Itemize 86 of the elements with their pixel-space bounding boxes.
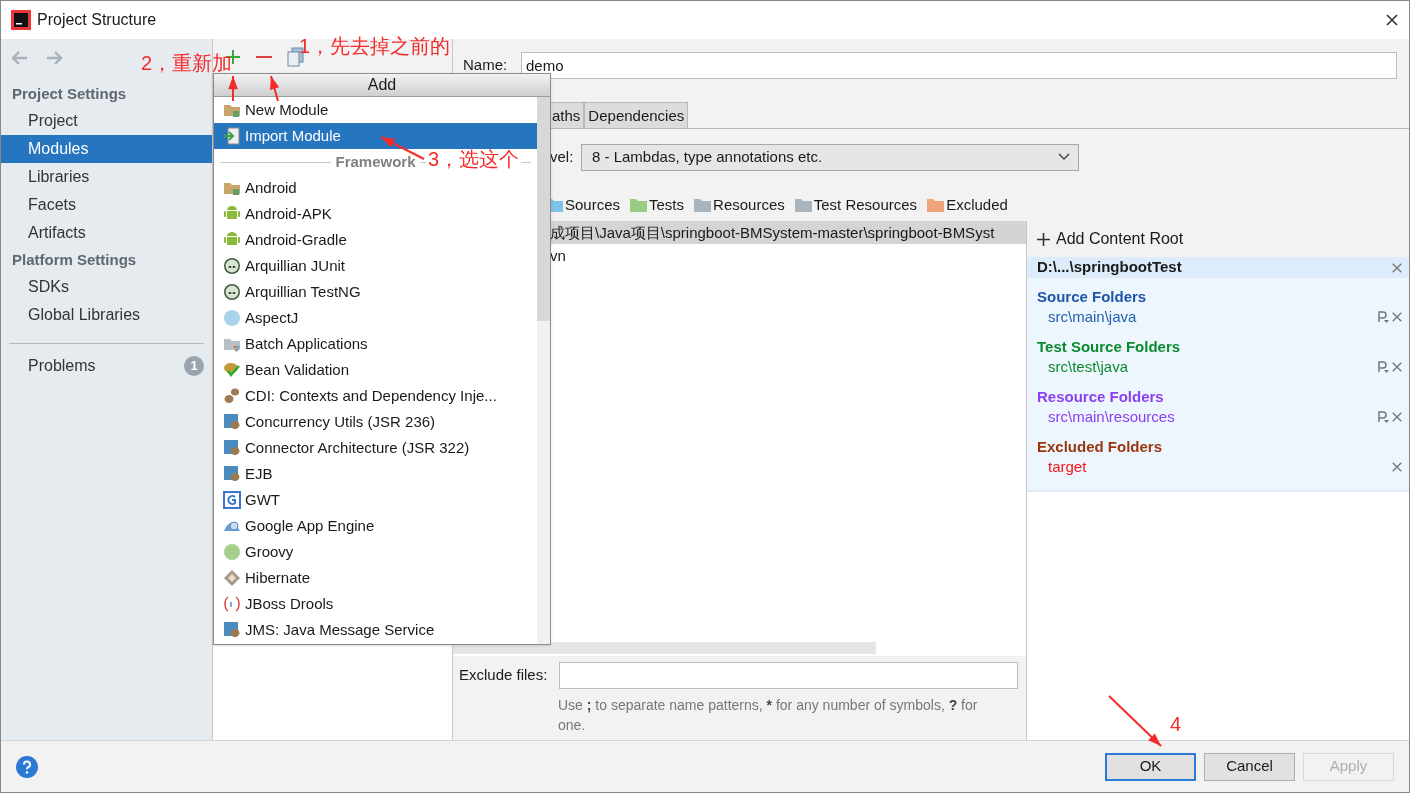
folder-group-title: Source Folders <box>1037 287 1148 306</box>
sidebar-item[interactable]: Modules <box>1 135 212 163</box>
folder-group-title: Test Source Folders <box>1037 337 1182 356</box>
annotation-arrow <box>269 75 280 102</box>
popup-item[interactable]: Bean Validation <box>214 357 537 383</box>
package-prefix-icon[interactable] <box>1377 361 1389 373</box>
name-label: Name: <box>463 54 509 75</box>
dialog-button[interactable]: OK <box>1105 752 1196 781</box>
app-logo-icon <box>11 10 31 30</box>
popup-item[interactable]: AspectJ <box>214 305 537 331</box>
popup-item[interactable]: JMS: Java Message Service <box>214 617 537 643</box>
content-root-path: D:\...\springbootTest <box>1037 257 1183 278</box>
beans-icon <box>223 387 241 405</box>
popup-item[interactable]: Import Module <box>214 123 537 149</box>
popup-item[interactable]: Arquillian TestNG <box>214 279 537 305</box>
sidebar-item[interactable]: Libraries <box>1 163 212 191</box>
folder-path: src\test\java <box>1047 356 1130 377</box>
exclude-files-field[interactable] <box>558 662 1018 689</box>
annotation-arrow <box>228 75 238 102</box>
problem-count-badge: 1 <box>184 356 204 376</box>
square-bean-icon <box>223 465 241 483</box>
annotation-text: 4 <box>1170 712 1182 737</box>
plus-icon <box>1037 232 1050 246</box>
square-bean-icon <box>223 439 241 457</box>
mark-as-button[interactable]: Tests <box>630 193 685 217</box>
framework-separator: Framework <box>335 151 416 172</box>
popup-item[interactable]: Connector Architecture (JSR 322) <box>214 435 537 461</box>
package-prefix-icon[interactable] <box>1377 411 1389 423</box>
exclude-hint: Use ; to separate name patterns, * for any number of symbols, ? for one. <box>558 696 978 735</box>
horizontal-scrollbar[interactable] <box>453 642 876 654</box>
close-icon[interactable] <box>1385 13 1399 27</box>
annotation-text: 3，选这个 <box>426 149 522 169</box>
sidebar-item[interactable]: SDKs <box>1 273 212 301</box>
popup-item[interactable]: New Module <box>214 97 537 123</box>
square-bean-icon <box>223 621 241 639</box>
sidebar-item[interactable]: Artifacts <box>1 219 212 247</box>
face-circle-icon <box>223 257 241 275</box>
sidebar-item[interactable]: Problems <box>28 354 96 378</box>
square-frame-icon <box>223 491 241 509</box>
chevron-down-icon <box>1058 153 1070 161</box>
popup-item[interactable]: Groovy <box>214 539 537 565</box>
popup-item[interactable]: CDI: Contexts and Dependency Inje... <box>214 383 537 409</box>
popup-item[interactable]: Android <box>214 175 537 201</box>
popup-item[interactable]: Batch Applications <box>214 331 537 357</box>
tab[interactable]: Dependencies <box>584 102 689 128</box>
popup-item[interactable]: Hibernate <box>214 565 537 591</box>
popup-item[interactable]: GWT <box>214 487 537 513</box>
popup-item[interactable]: Google App Engine <box>214 513 537 539</box>
annotation-text: 2，重新加 <box>141 51 233 76</box>
help-icon[interactable] <box>16 755 38 778</box>
folder-path: target <box>1047 456 1088 477</box>
circle-icon <box>223 543 241 561</box>
mark-as-button[interactable]: Excluded <box>927 193 1008 217</box>
mark-as-button[interactable]: Resources <box>694 193 785 217</box>
mark-as-button[interactable]: Test Resources <box>794 193 918 217</box>
folder-path: src\main\java <box>1047 306 1138 327</box>
popup-item[interactable]: EJB <box>214 461 537 487</box>
folder-group-title: Excluded Folders <box>1037 437 1164 456</box>
package-prefix-icon[interactable] <box>1377 311 1389 323</box>
annotation-text: 1，先去掉之前的 <box>299 34 451 59</box>
name-field[interactable]: demo <box>521 51 1397 79</box>
section-header: Project Settings <box>11 84 128 104</box>
folder-group-title: Resource Folders <box>1037 387 1165 406</box>
dialog-button[interactable]: Cancel <box>1204 752 1295 781</box>
popup-scrollbar[interactable] <box>537 97 550 644</box>
language-level-dropdown[interactable]: 8 - Lambdas, type annotations etc. <box>581 143 1079 171</box>
brackets-icon <box>223 595 241 613</box>
circle-icon <box>223 309 241 327</box>
bean-check-icon <box>223 361 241 379</box>
annotation-arrow <box>1108 695 1162 747</box>
section-header: Platform Settings <box>11 250 138 270</box>
popup-item[interactable]: JBoss Drools <box>214 591 537 617</box>
language-level-label: vel: <box>550 146 575 167</box>
add-content-root-button[interactable]: Add Content Root <box>1027 221 1409 257</box>
popup-item[interactable]: Concurrency Utils (JSR 236) <box>214 409 537 435</box>
folder-path: src\main\resources <box>1047 406 1176 427</box>
square-bean-icon <box>223 413 241 431</box>
import-icon <box>223 127 241 145</box>
exclude-files-label: Exclude files: <box>459 665 549 686</box>
face-circle-icon <box>223 283 241 301</box>
sidebar-item[interactable]: Facets <box>1 191 212 219</box>
sidebar-item[interactable]: Project <box>1 107 212 135</box>
popup-header: Add <box>214 74 550 97</box>
sidebar-item[interactable]: Global Libraries <box>1 301 212 329</box>
cube-icon <box>223 569 241 587</box>
window-title: Project Structure <box>37 10 157 30</box>
